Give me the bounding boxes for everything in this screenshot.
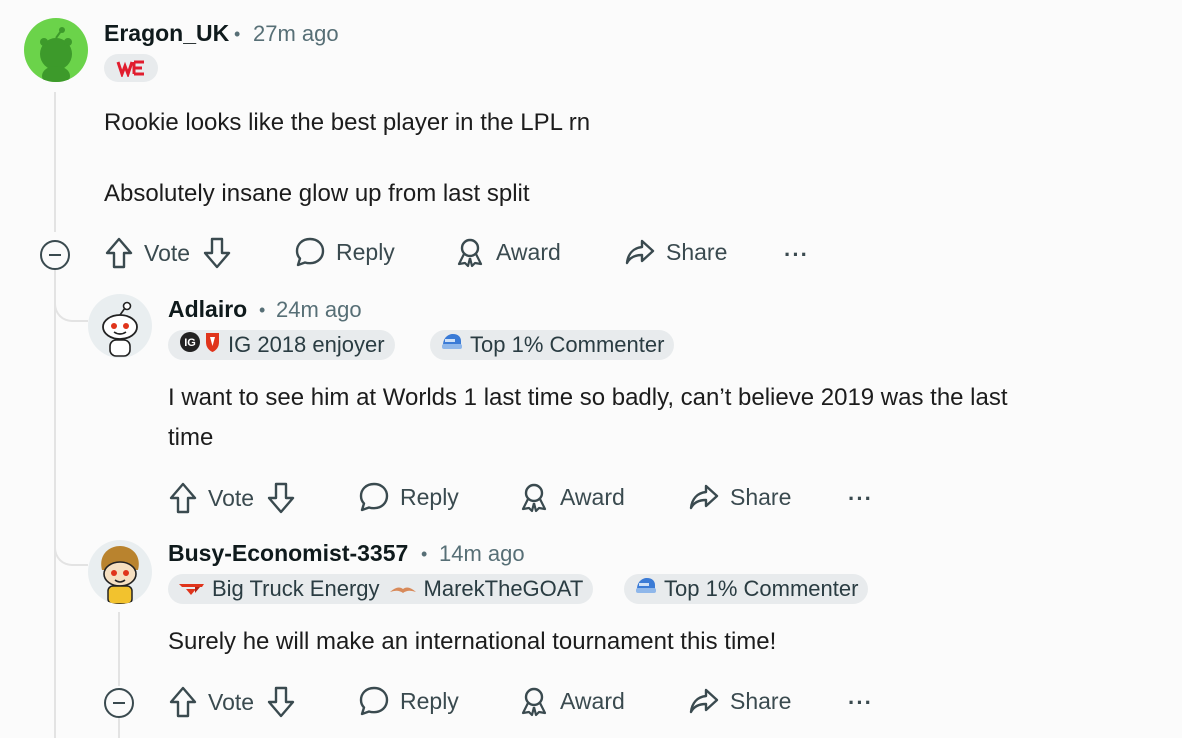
thread-line-main-lower[interactable] bbox=[54, 270, 56, 738]
upvote-group: Vote bbox=[168, 481, 296, 515]
upvote-icon[interactable] bbox=[104, 236, 134, 270]
snoo-avatar-icon bbox=[40, 27, 72, 82]
thread-line-main[interactable] bbox=[54, 92, 56, 232]
mustache-icon bbox=[388, 576, 418, 602]
share-button[interactable]: Share bbox=[624, 236, 727, 268]
reply-label: Reply bbox=[400, 483, 459, 510]
award-icon bbox=[457, 238, 483, 268]
comment-bubble-icon bbox=[359, 686, 389, 716]
avatar[interactable] bbox=[24, 18, 88, 82]
upvote-group: Vote bbox=[104, 236, 232, 270]
award-button[interactable]: Award bbox=[518, 685, 625, 717]
comment-bubble-icon bbox=[359, 482, 389, 512]
award-label: Award bbox=[560, 483, 625, 510]
username[interactable]: Busy-Economist-3357 bbox=[168, 540, 408, 567]
share-label: Share bbox=[666, 238, 728, 265]
downvote-icon[interactable] bbox=[266, 685, 296, 719]
award-label: Award bbox=[560, 687, 625, 714]
share-arrow-icon bbox=[689, 688, 719, 714]
downvote-icon[interactable] bbox=[266, 481, 296, 515]
we-team-logo-icon bbox=[116, 60, 144, 77]
collapse-thread-button[interactable] bbox=[40, 240, 70, 270]
comment-bubble-icon bbox=[295, 237, 325, 267]
user-flair: Big Truck Energy MarekTheGOAT bbox=[168, 574, 594, 604]
award-icon bbox=[521, 483, 547, 513]
share-arrow-icon bbox=[625, 239, 655, 265]
thread-line-reply-2-lower[interactable] bbox=[118, 718, 120, 738]
svg-text:IG: IG bbox=[184, 337, 196, 349]
user-flair: Top 1% Commenter bbox=[624, 574, 869, 604]
award-label: Award bbox=[496, 238, 561, 265]
flair-text: Top 1% Commenter bbox=[664, 576, 859, 601]
upvote-icon[interactable] bbox=[168, 685, 198, 719]
snoo-avatar-icon bbox=[102, 301, 138, 357]
top-commenter-icon bbox=[440, 331, 464, 359]
upvote-group: Vote bbox=[168, 685, 296, 719]
reply-label: Reply bbox=[336, 238, 395, 265]
comment-body-line: Rookie looks like the best player in the… bbox=[104, 109, 591, 136]
more-options-button[interactable]: ··· bbox=[784, 242, 809, 268]
share-button[interactable]: Share bbox=[688, 685, 791, 717]
avatar[interactable] bbox=[88, 540, 152, 604]
comment-body-line: Absolutely insane glow up from last spli… bbox=[104, 180, 530, 207]
flair-text-secondary: MarekTheGOAT bbox=[423, 576, 584, 601]
downvote-icon[interactable] bbox=[202, 236, 232, 270]
share-button[interactable]: Share bbox=[688, 481, 791, 513]
more-options-button[interactable]: ··· bbox=[848, 690, 873, 716]
timestamp[interactable]: 14m ago bbox=[439, 541, 525, 567]
timestamp[interactable]: 27m ago bbox=[253, 21, 339, 47]
award-button[interactable]: Award bbox=[454, 236, 561, 268]
vote-label: Vote bbox=[208, 484, 255, 511]
award-button[interactable]: Award bbox=[518, 481, 625, 513]
vote-label: Vote bbox=[144, 239, 191, 266]
username[interactable]: Eragon_UK bbox=[104, 20, 229, 47]
thread-elbow-reply-2 bbox=[54, 520, 88, 566]
flair-text: Big Truck Energy bbox=[212, 576, 380, 601]
thread-line-reply-2[interactable] bbox=[118, 612, 120, 686]
top-commenter-icon bbox=[634, 575, 658, 603]
flair-text: IG 2018 enjoyer bbox=[228, 332, 385, 357]
flair-text: Top 1% Commenter bbox=[470, 332, 665, 357]
collapse-thread-button[interactable] bbox=[104, 688, 134, 718]
vote-label: Vote bbox=[208, 688, 255, 715]
upvote-icon[interactable] bbox=[168, 481, 198, 515]
timestamp[interactable]: 24m ago bbox=[276, 297, 362, 323]
comment-body-line: time bbox=[168, 424, 214, 451]
username[interactable]: Adlairo bbox=[168, 296, 247, 323]
snoo-avatar-icon bbox=[101, 546, 139, 604]
ig-team-logo-icon: IG bbox=[178, 330, 222, 360]
user-flair bbox=[104, 54, 158, 82]
avatar[interactable] bbox=[88, 294, 152, 358]
comment-body-line: Surely he will make an international tou… bbox=[168, 628, 777, 655]
separator-dot: • bbox=[259, 300, 266, 320]
user-flair: IG IG 2018 enjoyer bbox=[168, 330, 395, 360]
tes-team-logo-icon bbox=[178, 576, 206, 602]
share-label: Share bbox=[730, 687, 792, 714]
separator-dot: • bbox=[421, 544, 428, 564]
share-arrow-icon bbox=[689, 484, 719, 510]
comment-body-line: I want to see him at Worlds 1 last time … bbox=[168, 384, 1008, 411]
reply-button[interactable]: Reply bbox=[358, 685, 459, 717]
reply-button[interactable]: Reply bbox=[358, 481, 459, 513]
award-icon bbox=[521, 687, 547, 717]
reply-button[interactable]: Reply bbox=[294, 236, 395, 268]
separator-dot: • bbox=[234, 24, 241, 44]
reply-label: Reply bbox=[400, 687, 459, 714]
share-label: Share bbox=[730, 483, 792, 510]
user-flair: Top 1% Commenter bbox=[430, 330, 675, 360]
thread-elbow-reply-1 bbox=[54, 270, 88, 322]
more-options-button[interactable]: ··· bbox=[848, 486, 873, 512]
